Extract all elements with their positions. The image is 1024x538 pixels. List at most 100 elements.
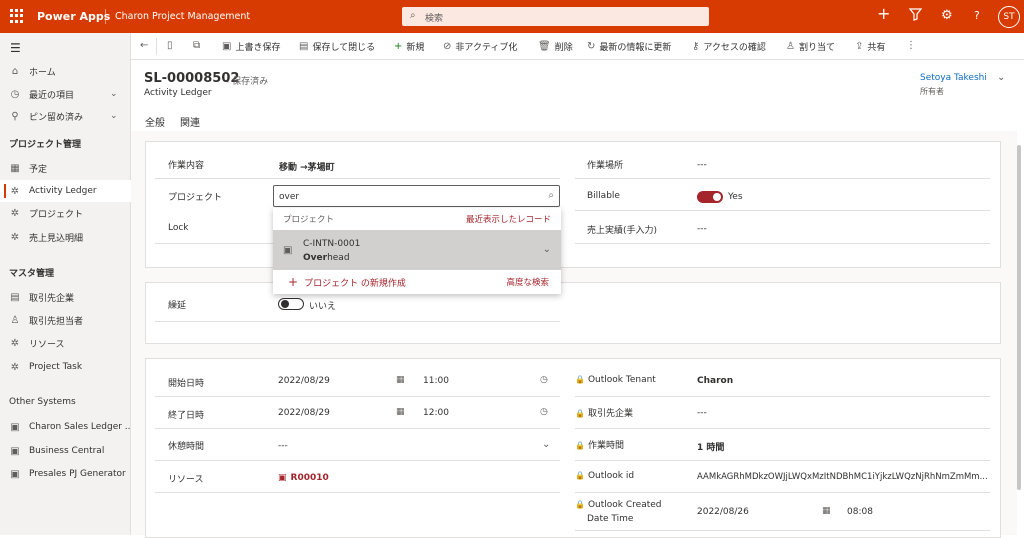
advanced-search-link[interactable]: 高度な検索	[506, 276, 549, 288]
resource-link[interactable]: ▣ R00010	[278, 473, 329, 483]
search-placeholder: 検索	[425, 14, 444, 24]
sidebar-item-recent[interactable]: ◷ 最近の項目 ⌄	[0, 83, 131, 105]
save-button[interactable]: ▣ 上書き保存	[222, 40, 280, 53]
work-place-value[interactable]: ---	[697, 160, 707, 170]
command-label: アクセスの確認	[703, 43, 766, 53]
command-label: 上書き保存	[235, 43, 281, 53]
add-icon[interactable]: +	[877, 6, 890, 22]
form-view-button[interactable]: ▯	[167, 40, 173, 51]
puzzle-icon: ✲	[10, 207, 20, 219]
sidebar-item-home[interactable]: ⌂ ホーム	[0, 60, 131, 82]
divider	[155, 460, 560, 461]
new-project-button[interactable]: + プロジェクト の新規作成	[288, 275, 406, 289]
billable-toggle[interactable]	[697, 191, 723, 203]
field-label: 作業内容	[168, 161, 205, 171]
work-content-value[interactable]: 移動 →茅場町	[279, 160, 335, 173]
result-name: Overhead	[303, 253, 350, 263]
start-time-value[interactable]: 11:00	[423, 376, 449, 386]
sidebar-item-contacts[interactable]: ♙ 取引先担当者	[0, 309, 131, 331]
search-icon[interactable]: ⌕	[548, 190, 554, 201]
chevron-down-icon[interactable]: ⌄	[997, 72, 1005, 83]
field-label-text: 作業時間	[587, 441, 624, 451]
carryover-toggle[interactable]	[278, 298, 304, 310]
tab-related[interactable]: 関連	[180, 114, 200, 129]
field-label: 開始日時	[168, 379, 205, 389]
sidebar-item-project-task[interactable]: ✲ Project Task	[0, 356, 131, 378]
divider	[155, 396, 560, 397]
field-label: 終了日時	[168, 411, 205, 421]
recent-records-link[interactable]: 最近表示したレコード	[466, 213, 551, 225]
back-button[interactable]: ←	[140, 40, 148, 51]
assign-button[interactable]: ♙ 割り当て	[786, 40, 835, 53]
check-access-button[interactable]: ⚷ アクセスの確認	[692, 40, 766, 53]
chevron-down-icon[interactable]: ⌄	[543, 244, 551, 255]
project-icon: ▣	[283, 245, 293, 256]
chevron-down-icon[interactable]: ⌄	[542, 439, 550, 450]
sidebar-item-accounts[interactable]: ▤ 取引先企業	[0, 286, 131, 308]
pin-icon: ⚲	[11, 110, 19, 122]
sidebar-item-business-central[interactable]: ▣ Business Central	[0, 440, 131, 462]
chevron-down-icon[interactable]: ⌄	[110, 111, 118, 121]
command-label: 最新の情報に更新	[599, 43, 672, 53]
save-close-icon: ▤	[299, 41, 309, 52]
divider	[155, 321, 560, 322]
sidebar-section-title: プロジェクト管理	[9, 140, 82, 150]
project-lookup-input[interactable]: over ⌕	[273, 185, 560, 207]
sidebar-section-title: Other Systems	[9, 397, 76, 407]
scrollbar[interactable]	[1017, 145, 1021, 490]
filter-icon[interactable]	[908, 8, 923, 26]
field-label-text: 取引先企業	[587, 409, 633, 419]
command-label: 削除	[554, 43, 573, 53]
app-launcher-icon[interactable]	[10, 9, 24, 23]
help-icon[interactable]: ?	[974, 8, 980, 24]
sidebar-item-label: 売上見込明細	[29, 233, 84, 244]
sidebar-item-pinned[interactable]: ⚲ ピン留め済み ⌄	[0, 105, 131, 127]
end-time-value[interactable]: 12:00	[423, 408, 449, 418]
field-label: 🔒 作業時間	[575, 438, 624, 451]
puzzle-icon: ✲	[10, 231, 20, 243]
sidebar-item-project[interactable]: ✲ プロジェクト	[0, 202, 131, 224]
sales-value[interactable]: ---	[697, 224, 707, 234]
divider	[155, 243, 273, 244]
sidebar-item-sales-forecast[interactable]: ✲ 売上見込明細	[0, 226, 131, 248]
field-label-text: Outlook Tenant	[587, 375, 656, 385]
deactivate-button[interactable]: ⊘ 非アクティブ化	[443, 40, 517, 53]
delete-button[interactable]: 🗑 削除	[538, 40, 573, 53]
new-button[interactable]: + 新規	[394, 40, 424, 53]
sidebar-item-schedule[interactable]: ▦ 予定	[0, 157, 131, 179]
project-name[interactable]: Charon Project Management	[115, 11, 250, 22]
end-date-value[interactable]: 2022/08/29	[278, 408, 330, 418]
calendar-icon[interactable]: ▦	[396, 375, 405, 385]
add-icon: +	[288, 275, 299, 289]
command-bar: ← ▯ ⧉ ▣ 上書き保存 ▤ 保存して閉じる + 新規 ⊘ 非アクティブ化 🗑 削除 ↻…	[131, 33, 1024, 60]
sidebar-item-resources[interactable]: ✲ リソース	[0, 332, 131, 354]
refresh-icon: ↻	[587, 41, 596, 52]
command-label: 保存して閉じる	[312, 43, 376, 53]
sidebar-item-label: 最近の項目	[29, 90, 75, 101]
search-box[interactable]: ⌕ 検索	[402, 7, 709, 26]
sidebar-item-presales-pj-generator[interactable]: ▣ Presales PJ Generator	[0, 463, 131, 485]
divider	[105, 9, 106, 24]
share-button[interactable]: ⇪ 共有	[855, 40, 885, 53]
clock-icon[interactable]: ◷	[540, 407, 548, 417]
divider	[575, 460, 990, 461]
owner-link[interactable]: Setoya Takeshi	[920, 73, 987, 83]
chevron-down-icon[interactable]: ⌄	[110, 89, 118, 99]
app-name[interactable]: Power Apps	[37, 10, 110, 23]
start-date-value[interactable]: 2022/08/29	[278, 376, 330, 386]
save-and-close-button[interactable]: ▤ 保存して閉じる	[299, 40, 375, 53]
hamburger-menu-icon[interactable]: ☰	[10, 41, 21, 55]
avatar[interactable]: ST	[998, 6, 1020, 28]
lookup-result-item[interactable]: ▣ C-INTN-0001 Overhead ⌄	[273, 230, 561, 270]
settings-icon[interactable]: ⚙	[941, 8, 953, 24]
more-commands-button[interactable]: ⋮	[906, 40, 916, 51]
person-icon: ♙	[10, 314, 20, 326]
popout-button[interactable]: ⧉	[193, 40, 200, 51]
sidebar-item-charon-sales-ledger[interactable]: ▣ Charon Sales Ledger ...	[0, 416, 133, 438]
refresh-button[interactable]: ↻ 最新の情報に更新	[587, 40, 671, 53]
clock-icon[interactable]: ◷	[540, 375, 548, 385]
calendar-icon[interactable]: ▦	[396, 407, 405, 417]
calendar-icon: ▦	[10, 162, 20, 174]
sidebar-item-activity-ledger[interactable]: ✲ Activity Ledger	[0, 180, 131, 202]
break-time-value[interactable]: ---	[278, 441, 288, 451]
